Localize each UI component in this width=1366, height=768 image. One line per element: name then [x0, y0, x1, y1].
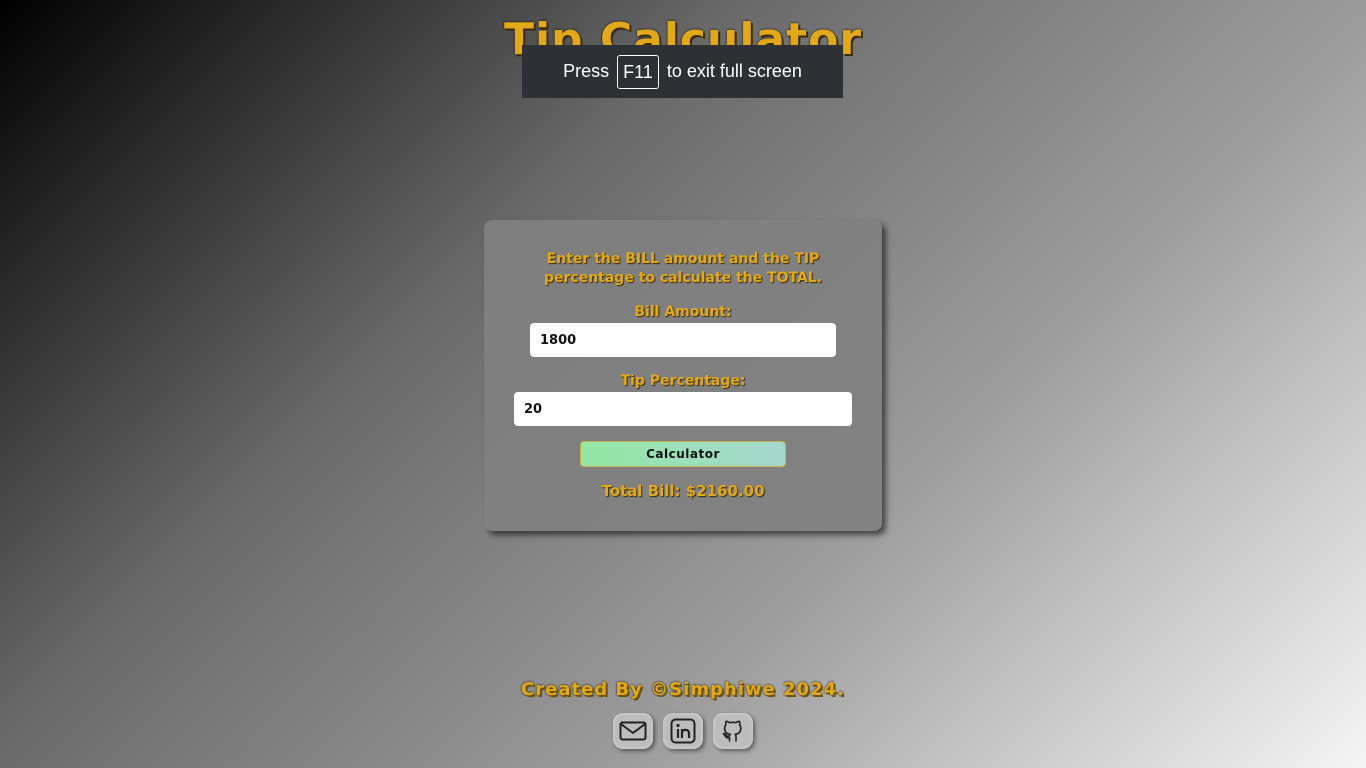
calculate-button[interactable]: Calculator [580, 441, 786, 467]
mail-icon [619, 721, 647, 741]
github-link-button[interactable] [713, 713, 753, 749]
f11-key-badge: F11 [617, 54, 659, 89]
linkedin-icon [670, 718, 696, 744]
footer-credit: Created By ©Simphiwe 2024. [521, 679, 845, 700]
social-links [0, 713, 1366, 749]
total-bill-text: Total Bill: $2160.00 [601, 482, 765, 500]
fullscreen-notice-prefix: Press [563, 61, 610, 81]
bill-amount-label: Bill Amount: [634, 304, 732, 320]
tip-percentage-label: Tip Percentage: [620, 373, 746, 389]
fullscreen-exit-notice: Press F11 to exit full screen [522, 45, 843, 98]
github-icon [720, 718, 746, 744]
email-link-button[interactable] [613, 713, 653, 749]
linkedin-link-button[interactable] [663, 713, 703, 749]
fullscreen-notice-suffix: to exit full screen [666, 61, 802, 81]
bill-amount-input[interactable] [530, 323, 836, 357]
calculator-card: Enter the BILL amount and the TIP percen… [484, 220, 882, 531]
tip-percentage-input[interactable] [514, 392, 852, 426]
instructions-text: Enter the BILL amount and the TIP percen… [543, 251, 823, 286]
